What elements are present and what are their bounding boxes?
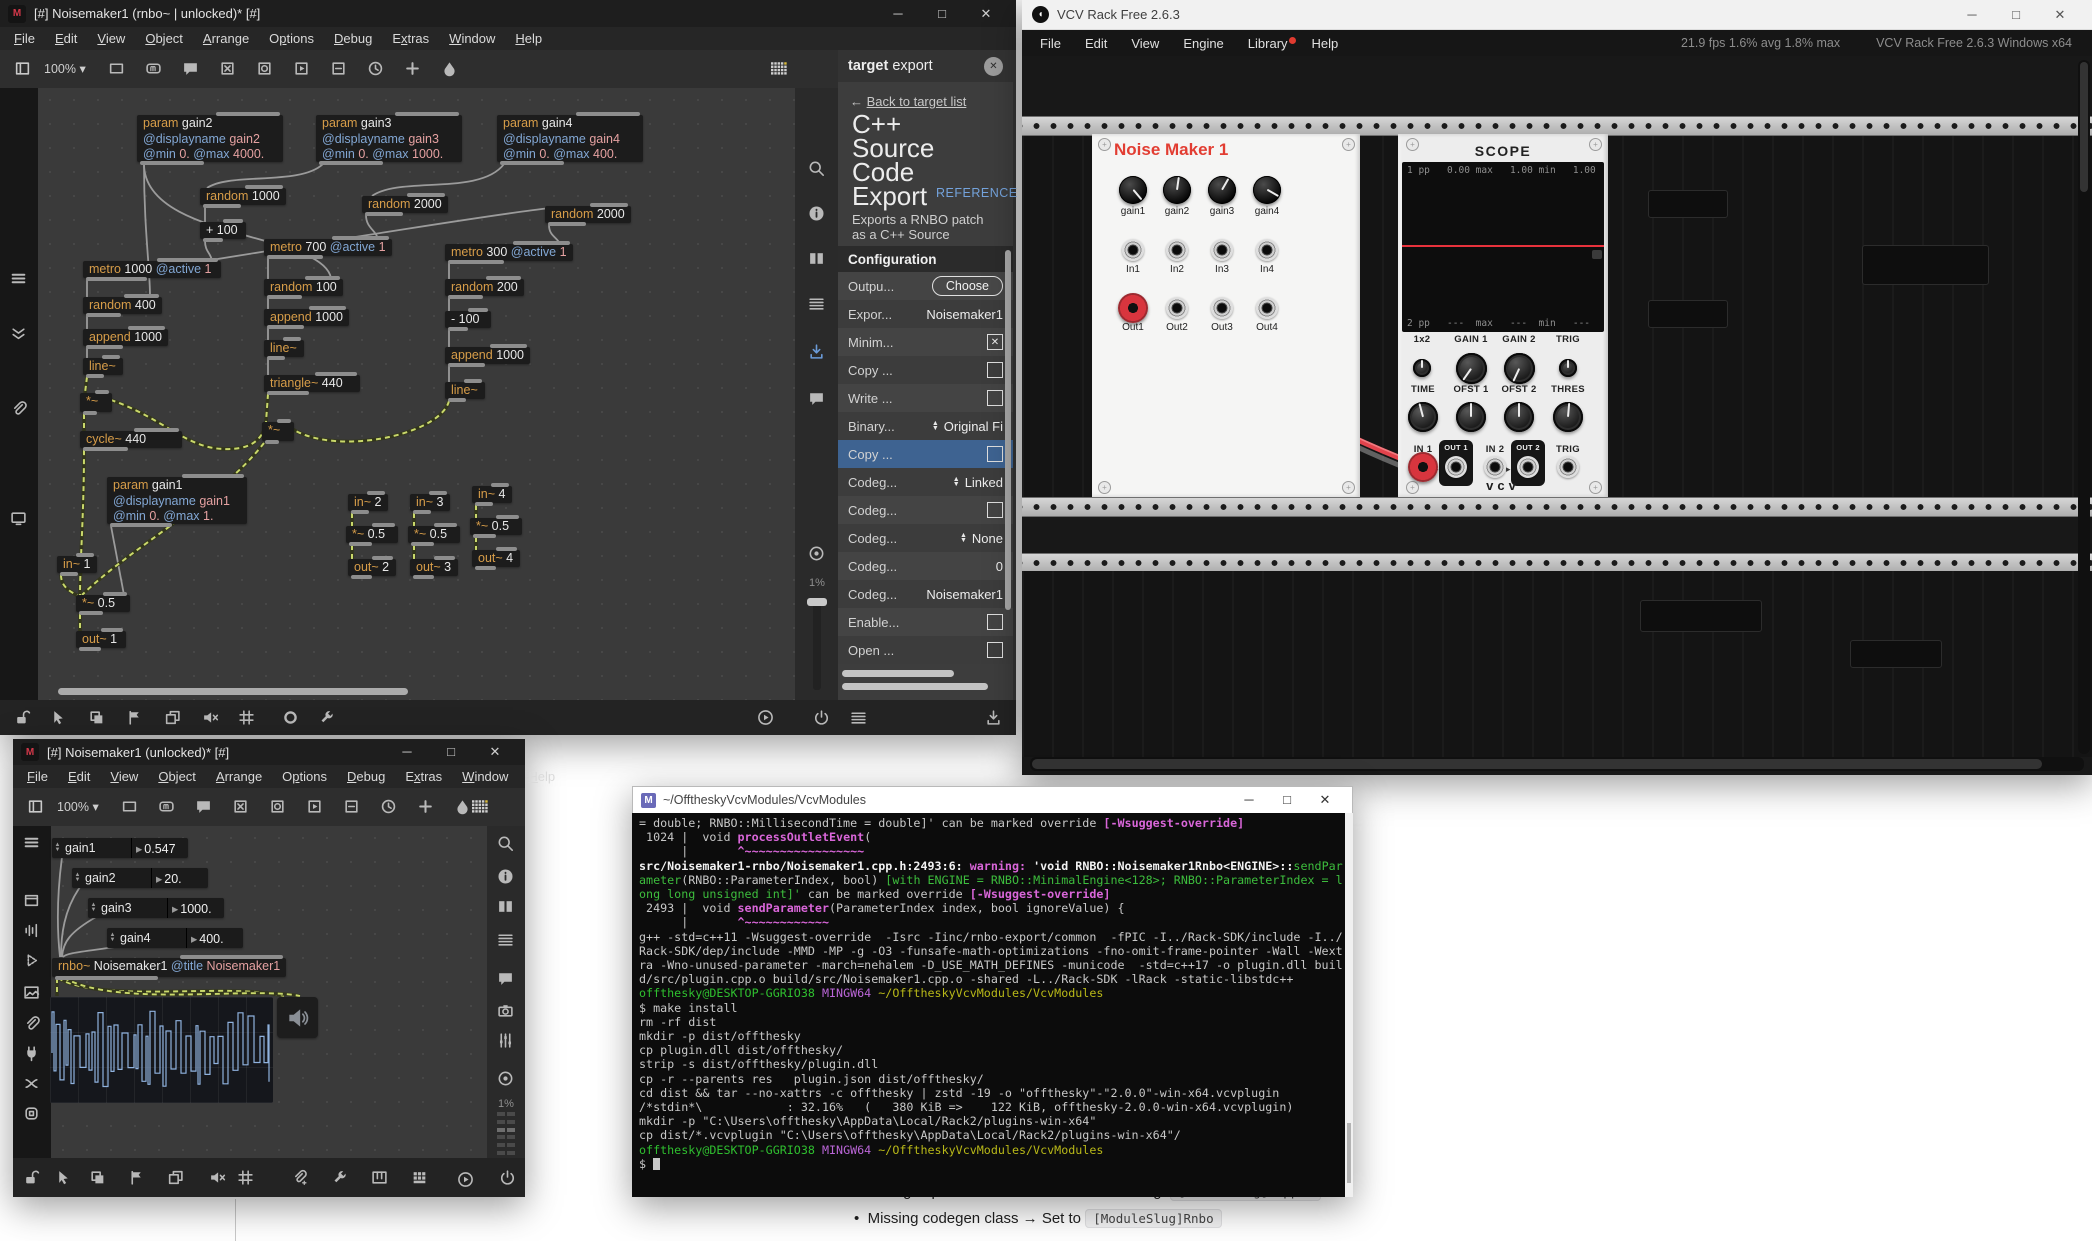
terminal-scrollbar[interactable] <box>1345 813 1353 1197</box>
terminal-output: = double; RNBO::MillisecondTime = double… <box>632 813 1353 1197</box>
terminal-close-button[interactable]: ✕ <box>1306 792 1344 808</box>
mintty-icon: M <box>641 793 656 808</box>
terminal-maximize-button[interactable]: □ <box>1268 792 1306 808</box>
terminal-title: ~/OfftheskyVcvModules/VcvModules <box>663 793 866 807</box>
terminal-minimize-button[interactable]: ─ <box>1230 792 1268 808</box>
terminal-titlebar[interactable]: M ~/OfftheskyVcvModules/VcvModules ─□✕ <box>632 786 1353 813</box>
terminal-window: M ~/OfftheskyVcvModules/VcvModules ─□✕ =… <box>0 0 2092 1241</box>
